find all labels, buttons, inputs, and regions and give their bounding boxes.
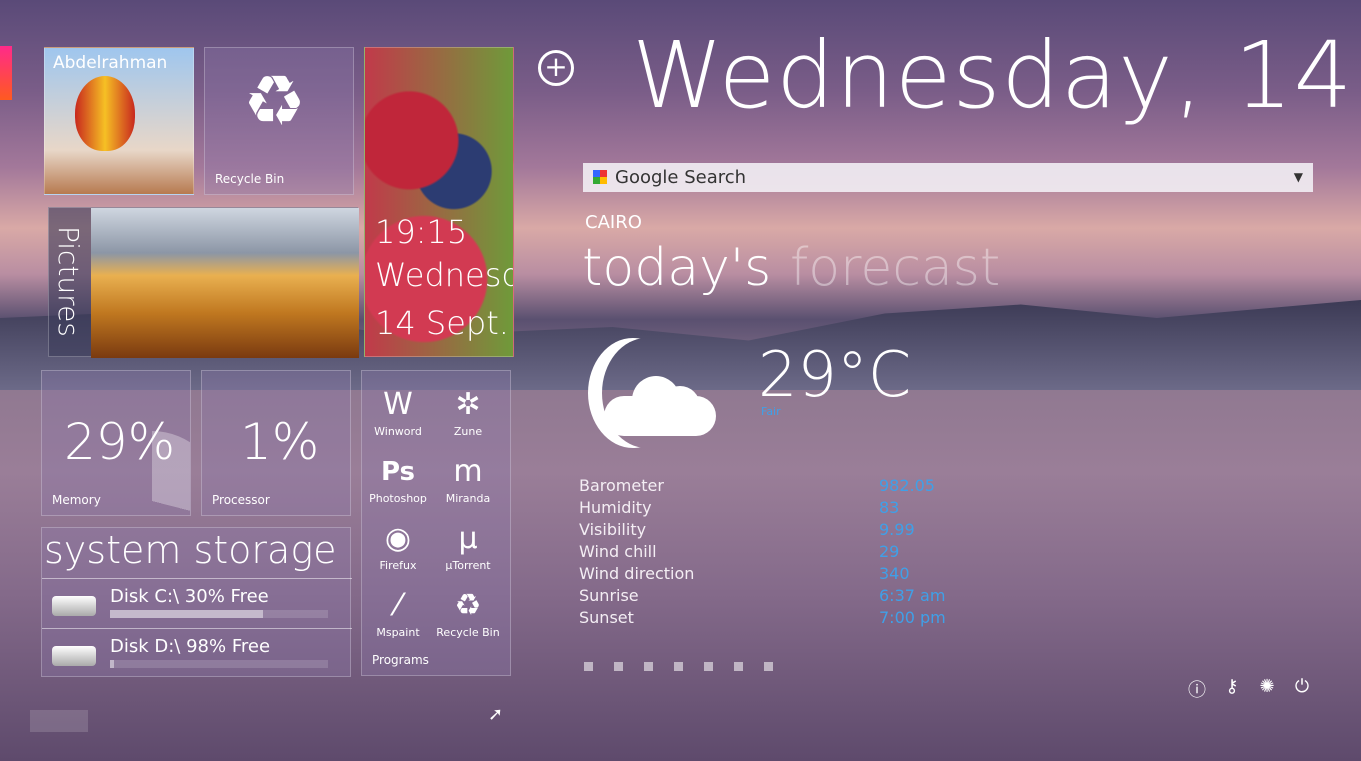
clock-day: Wednesday (375, 256, 513, 294)
weather-label: Visibility (579, 520, 647, 539)
zune-icon: ✲ (455, 387, 481, 422)
processor-value: 1% (240, 413, 320, 471)
search-dropdown[interactable]: Google Search ▼ (583, 163, 1313, 192)
temperature: 29°C (758, 338, 912, 411)
photoshop-icon: Ps (380, 457, 416, 487)
page-dot[interactable] (614, 662, 623, 671)
paint-icon: ⁄ (395, 588, 401, 623)
program-utorrent[interactable]: µ µTorrent (433, 519, 503, 572)
power-icon[interactable]: ⏻ (1287, 676, 1317, 697)
loading-icon[interactable]: ✺ (1252, 676, 1282, 697)
recycle-bin-tile[interactable]: ♻ Recycle Bin (204, 47, 354, 195)
program-mspaint[interactable]: ⁄ Mspaint (363, 586, 433, 639)
miranda-icon: m (453, 454, 483, 489)
weather-value: 982.05 (879, 476, 935, 495)
recycle-bin-label: Recycle Bin (215, 172, 285, 186)
programs-label: Programs (372, 653, 429, 667)
weather-value: 83 (879, 498, 900, 517)
user-tile[interactable]: Abdelrahman (44, 47, 194, 195)
weather-label: Wind direction (579, 564, 695, 583)
weather-value: 340 (879, 564, 910, 583)
weather-label: Wind chill (579, 542, 657, 561)
firefox-icon: ◉ (384, 521, 412, 556)
weather-label: Barometer (579, 476, 664, 495)
forecast-title: today's (582, 238, 772, 298)
clock-time: 19:15 (375, 213, 468, 251)
weather-label: Sunrise (579, 586, 639, 605)
divider (42, 628, 352, 629)
accent-bar (0, 46, 12, 100)
program-miranda[interactable]: m Miranda (433, 452, 503, 505)
forecast-subtitle: forecast (790, 238, 1001, 298)
page-dot[interactable] (734, 662, 743, 671)
weather-label: Sunset (579, 608, 634, 627)
weather-value: 6:37 am (879, 586, 946, 605)
weather-value: 7:00 pm (879, 608, 946, 627)
memory-label: Memory (52, 493, 101, 507)
logo-watermark (30, 710, 88, 732)
page-dot[interactable] (644, 662, 653, 671)
memory-tile[interactable]: 29% Memory (41, 370, 191, 516)
plus-circle-icon[interactable]: + (538, 50, 574, 86)
disk-c-label[interactable]: Disk C:\ 30% Free (110, 586, 269, 607)
weather-value: 9.99 (879, 520, 915, 539)
program-recycle-bin[interactable]: ♻ Recycle Bin (433, 586, 503, 639)
disk-d-label[interactable]: Disk D:\ 98% Free (110, 636, 270, 657)
search-label: Google Search (615, 167, 747, 188)
moon-cloud-icon (588, 338, 718, 448)
page-dot[interactable] (704, 662, 713, 671)
disk-c-icon (52, 596, 96, 616)
clock-date: 14 Sept. (375, 304, 509, 342)
weather-value: 29 (879, 542, 900, 561)
page-dot[interactable] (764, 662, 773, 671)
word-icon: W (383, 387, 413, 422)
balloon-image (75, 76, 135, 151)
disk-c-bar (110, 610, 328, 618)
pictures-label: Pictures (52, 226, 85, 337)
date-heading: Wednesday, 14 (632, 22, 1354, 129)
mouse-cursor-icon: ➚ (488, 704, 504, 725)
weather-condition: Fair (761, 405, 781, 418)
recycle-icon: ♻ (454, 588, 482, 623)
disk-d-bar (110, 660, 328, 668)
user-name: Abdelrahman (53, 53, 168, 73)
processor-tile[interactable]: 1% Processor (201, 370, 351, 516)
program-winword[interactable]: W Winword (363, 385, 433, 438)
program-zune[interactable]: ✲ Zune (433, 385, 503, 438)
page-dot[interactable] (674, 662, 683, 671)
page-dot[interactable] (584, 662, 593, 671)
info-icon[interactable]: ⓘ (1182, 676, 1212, 702)
program-photoshop[interactable]: Ps Photoshop (363, 452, 433, 505)
memory-value: 29% (64, 413, 176, 471)
utorrent-icon: µ (458, 521, 478, 556)
city-label: CAIRO (585, 212, 642, 233)
desert-image (91, 208, 359, 358)
disk-d-icon (52, 646, 96, 666)
recycle-bin-icon: ♻ (243, 60, 306, 142)
program-firefox[interactable]: ◉ Firefux (363, 519, 433, 572)
storage-title: system storage (44, 528, 337, 572)
divider (42, 578, 352, 579)
processor-label: Processor (212, 493, 270, 507)
pictures-tile[interactable]: Pictures (48, 207, 359, 358)
chevron-down-icon[interactable]: ▼ (1294, 163, 1303, 192)
weather-label: Humidity (579, 498, 652, 517)
key-icon[interactable]: ⚷ (1217, 676, 1247, 697)
google-icon (593, 170, 607, 184)
clock-tile[interactable]: 19:15 Wednesday 14 Sept. (364, 47, 514, 357)
